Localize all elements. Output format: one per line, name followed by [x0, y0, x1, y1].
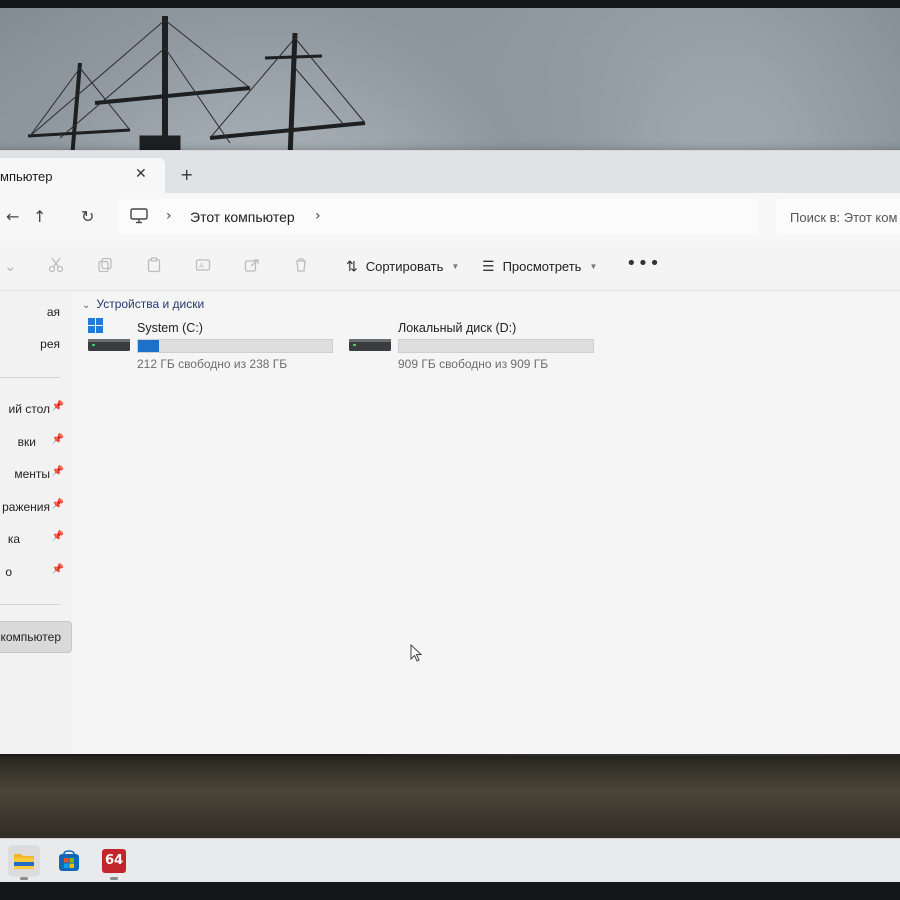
sort-button[interactable]: ⇅ Сортировать ▼	[346, 254, 459, 278]
more-options-icon[interactable]: •••	[626, 253, 661, 274]
chevron-down-icon: ⌄	[82, 300, 91, 311]
hard-drive-icon	[349, 339, 391, 351]
pin-icon: 📌	[51, 499, 64, 510]
search-box[interactable]: Поиск в: Этот ком	[776, 199, 900, 235]
running-app-indicator	[110, 877, 118, 880]
taskbar-app-64[interactable]: 64	[98, 845, 130, 877]
taskbar-microsoft-store[interactable]	[53, 845, 85, 877]
microsoft-store-icon	[59, 850, 79, 871]
address-bar[interactable]: › Этот компьютер ›	[118, 199, 758, 235]
tab-this-pc[interactable]: мпьютер ✕	[0, 158, 165, 193]
group-header-devices[interactable]: ⌄ Устройства и диски	[82, 297, 204, 311]
sidebar-item-gallery[interactable]: рея	[0, 329, 72, 359]
back-icon[interactable]: ←	[6, 207, 19, 226]
sidebar-item-documents[interactable]: менты 📌	[0, 459, 72, 489]
search-placeholder: Поиск в: Этот ком	[790, 210, 898, 225]
sidebar-item-label: менты	[14, 467, 50, 481]
pin-icon: 📌	[51, 531, 64, 542]
new-dropdown-caret-icon[interactable]: ⌄	[4, 257, 17, 275]
paste-icon[interactable]	[146, 257, 162, 273]
sidebar-divider	[0, 604, 60, 605]
svg-text:A: A	[199, 262, 204, 270]
sort-icon: ⇅	[346, 257, 358, 274]
sort-label: Сортировать	[365, 258, 444, 274]
tab-title: мпьютер	[0, 169, 53, 184]
up-arrow-icon[interactable]: ↑	[33, 207, 46, 226]
content-pane: ⌄ Устройства и диски System (C:) 212 ГБ с…	[72, 291, 900, 754]
sidebar-item-label: рея	[40, 337, 60, 351]
taskbar: 64	[0, 838, 900, 882]
share-icon[interactable]	[244, 257, 260, 273]
sidebar-item-label: о	[5, 565, 12, 579]
delete-icon[interactable]	[293, 257, 309, 273]
pin-icon: 📌	[51, 466, 64, 477]
drive-name: Локальный диск (D:)	[398, 321, 517, 335]
drive-d[interactable]: Локальный диск (D:) 909 ГБ свободно из 9…	[343, 321, 603, 371]
drive-name: System (C:)	[137, 321, 203, 335]
system-drive-icon	[88, 318, 130, 351]
ship-masts-image	[27, 16, 366, 159]
drive-usage-bar	[398, 339, 594, 353]
sidebar-item-downloads[interactable]: вки 📌	[0, 427, 72, 457]
breadcrumb-chevron-icon[interactable]: ›	[315, 208, 321, 224]
pin-icon: 📌	[51, 564, 64, 575]
tab-bar: мпьютер ✕ +	[0, 151, 900, 193]
app-64-icon: 64	[102, 849, 126, 873]
rename-icon[interactable]: A	[195, 257, 211, 273]
sidebar-item-label: вки	[17, 435, 36, 449]
group-title: Устройства и диски	[96, 297, 205, 311]
sidebar-item-desktop[interactable]: ий стол 📌	[0, 394, 72, 424]
drive-c[interactable]: System (C:) 212 ГБ свободно из 238 ГБ	[82, 318, 342, 371]
sidebar-item-label: ий стол	[8, 402, 50, 416]
copy-icon[interactable]	[97, 257, 113, 273]
drive-usage-bar	[137, 339, 333, 353]
view-label: Просмотреть	[502, 258, 582, 274]
view-button[interactable]: ☰ Просмотреть ▼	[482, 254, 597, 278]
computer-icon	[130, 208, 148, 224]
sidebar-item-this-pc[interactable]: компьютер	[0, 621, 72, 653]
sidebar-item-label: ражения	[2, 500, 50, 514]
monitor-bezel-bottom	[0, 882, 900, 900]
new-tab-button[interactable]: +	[180, 165, 193, 184]
drive-free-space: 909 ГБ свободно из 909 ГБ	[398, 357, 549, 371]
navigation-bar: ← ↑ ↻ › Этот компьютер › Поиск в: Этот к…	[0, 193, 900, 241]
file-explorer-window: мпьютер ✕ + ← ↑ ↻ › Этот компьютер › Пои…	[0, 150, 900, 754]
pin-icon: 📌	[51, 401, 64, 412]
breadcrumb-this-pc[interactable]: Этот компьютер	[190, 209, 295, 225]
chevron-down-icon: ▼	[451, 261, 460, 271]
view-list-icon: ☰	[482, 257, 495, 274]
drive-usage-fill	[138, 340, 160, 352]
wallpaper-ground	[0, 756, 900, 846]
breadcrumb-chevron-icon[interactable]: ›	[166, 208, 172, 224]
sidebar-divider	[0, 377, 60, 378]
refresh-icon[interactable]: ↻	[81, 207, 94, 226]
navigation-pane: ая рея ий стол 📌 вки 📌 менты 📌 ражения 📌…	[0, 291, 72, 754]
command-bar: ⌄ A ⇅ Сортировать ▼ ☰ Просмотреть ▼ •••	[0, 241, 900, 291]
cut-icon[interactable]	[48, 257, 64, 273]
sidebar-item-pictures[interactable]: ражения 📌	[0, 492, 72, 522]
mouse-cursor-icon	[410, 644, 422, 662]
drive-free-space: 212 ГБ свободно из 238 ГБ	[137, 357, 288, 371]
sidebar-item-home[interactable]: ая	[0, 297, 72, 327]
sidebar-item-videos[interactable]: о 📌	[0, 557, 72, 587]
active-app-indicator	[20, 877, 28, 880]
sidebar-item-music[interactable]: ка 📌	[0, 524, 72, 554]
sidebar-item-label: ая	[46, 305, 60, 319]
chevron-down-icon: ▼	[589, 261, 598, 271]
close-tab-icon[interactable]: ✕	[135, 166, 147, 182]
pin-icon: 📌	[51, 434, 64, 445]
sidebar-item-label: компьютер	[0, 630, 61, 644]
sidebar-item-label: ка	[7, 532, 20, 546]
file-explorer-icon	[14, 854, 34, 869]
taskbar-file-explorer[interactable]	[8, 845, 40, 877]
